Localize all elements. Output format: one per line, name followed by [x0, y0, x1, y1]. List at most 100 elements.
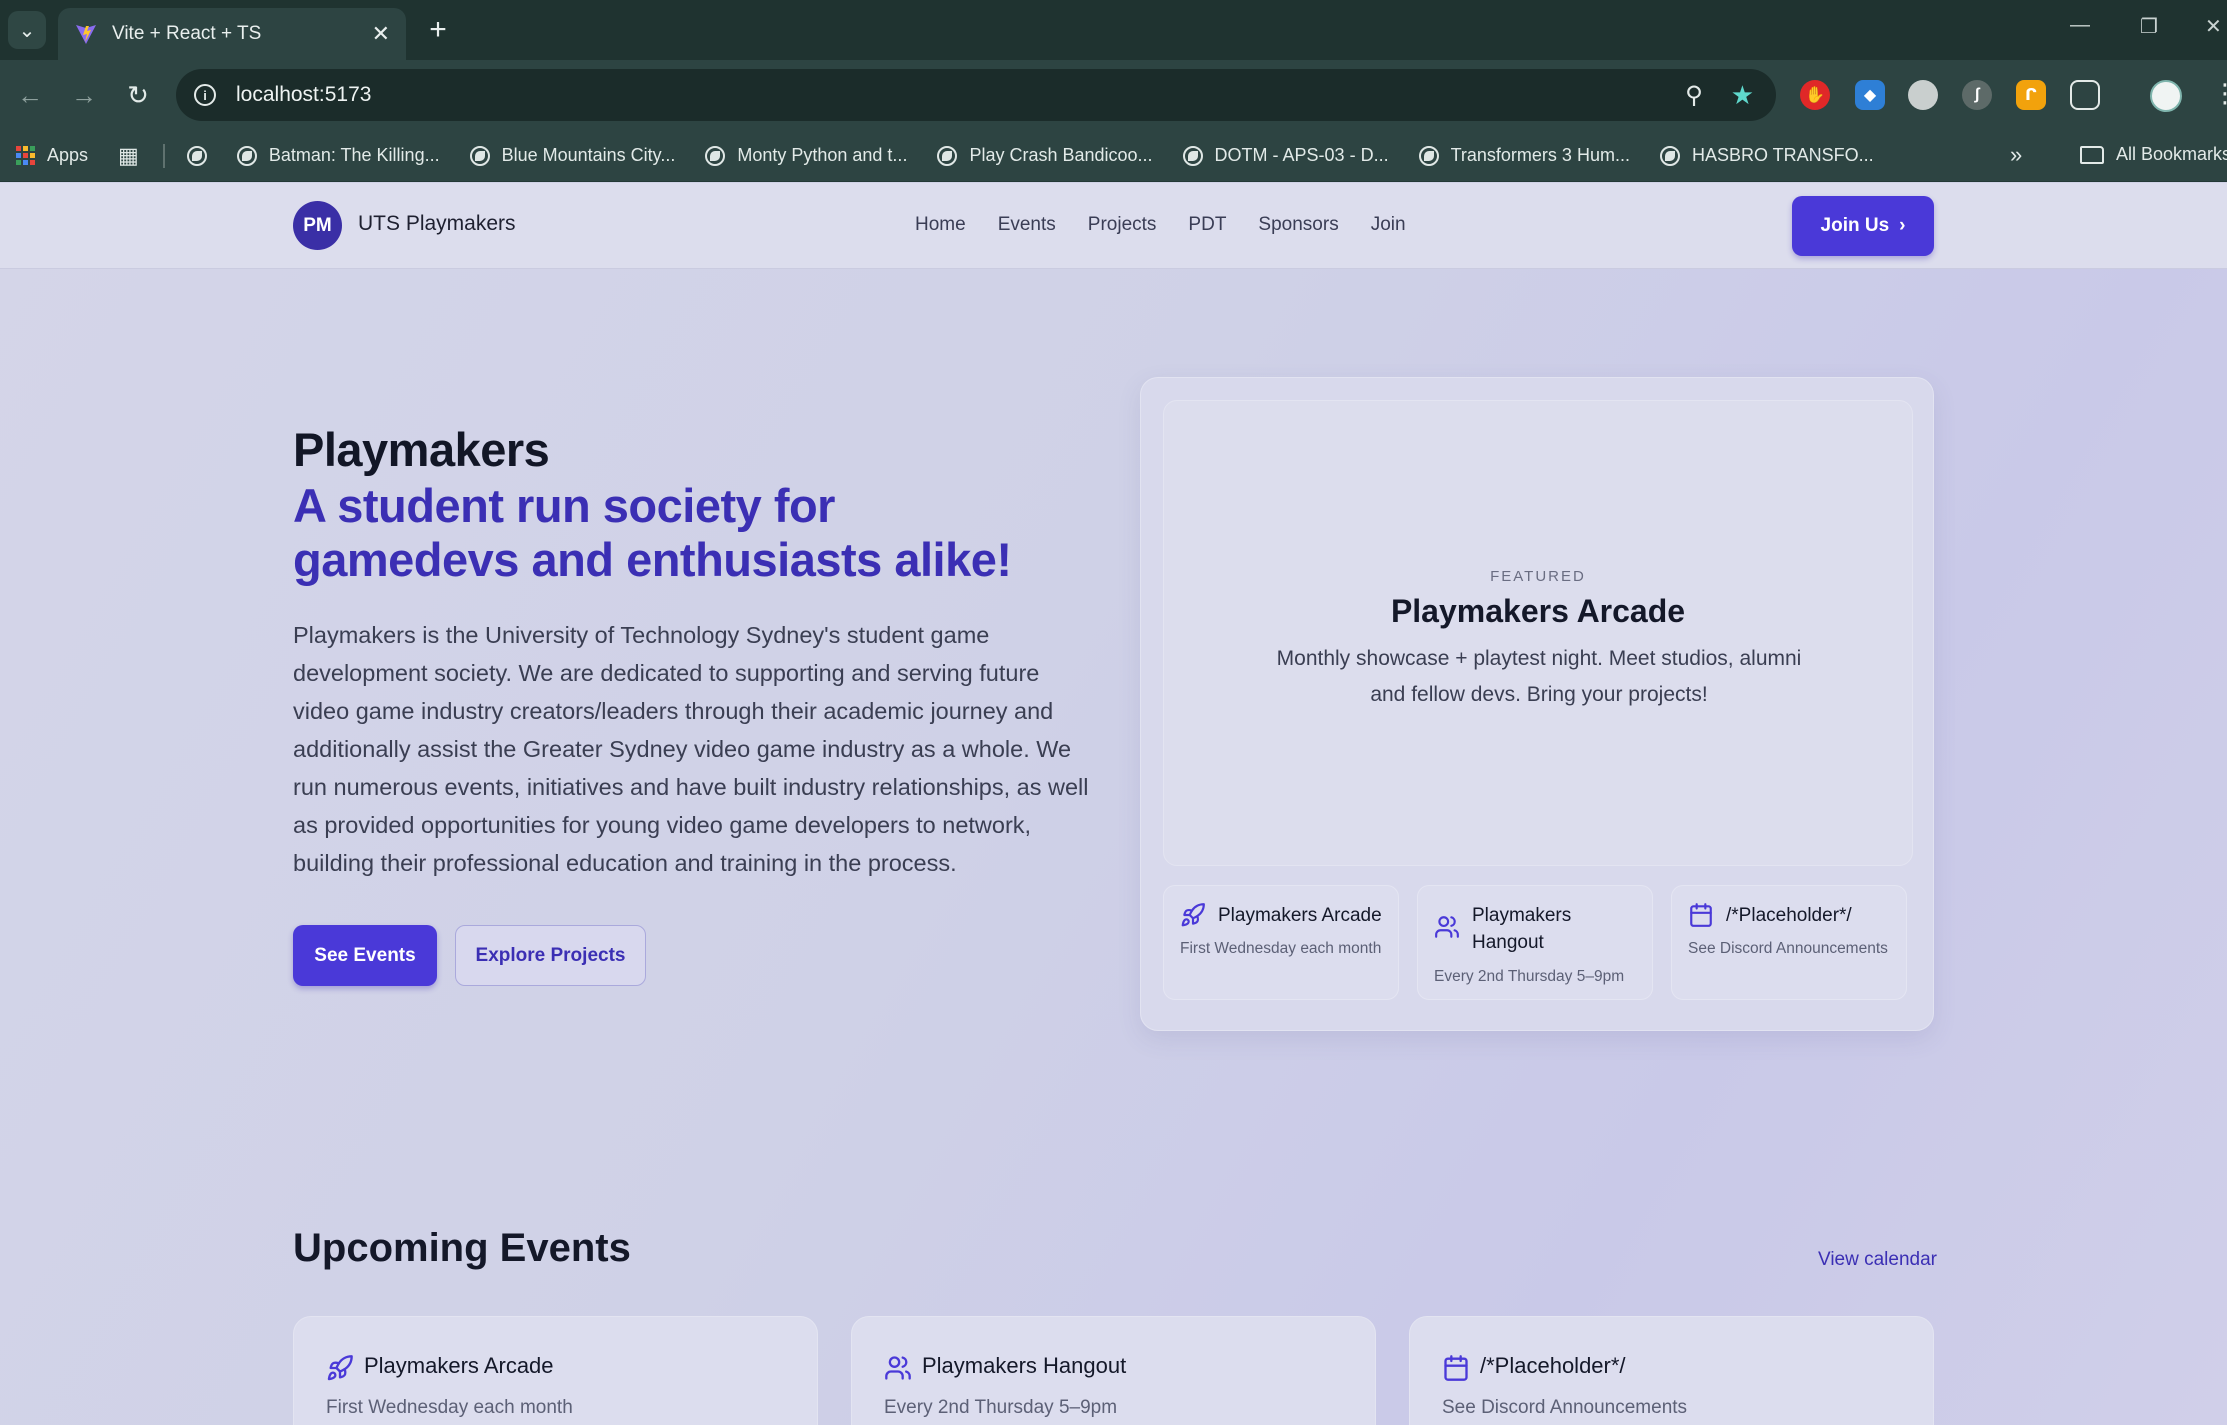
bookmark-label: DOTM - APS-03 - D...: [1214, 145, 1389, 165]
reload-icon[interactable]: ↻: [120, 77, 156, 113]
extension-orange-icon[interactable]: ᒋ: [2016, 80, 2046, 110]
address-bar[interactable]: i localhost:5173 ⚲ ★: [176, 69, 1776, 121]
bookmark-item[interactable]: Monty Python and t...: [705, 145, 907, 166]
see-events-button[interactable]: See Events: [293, 925, 437, 986]
bookmark-apps[interactable]: Apps: [16, 145, 88, 166]
browser-tab-strip: ⌄ Vite + React + TS ✕ + — ❐ ✕: [0, 0, 2227, 60]
bookmark-item[interactable]: Transformers 3 Hum...: [1418, 145, 1630, 166]
mini-card-subtitle: See Discord Announcements: [1688, 940, 1888, 957]
globe-icon: [1182, 145, 1203, 166]
minimize-icon[interactable]: —: [2070, 14, 2090, 37]
hero-subtitle: A student run society for gamedevs and e…: [293, 479, 1012, 586]
more-bookmarks-icon[interactable]: »: [2010, 142, 2022, 168]
new-tab-button[interactable]: +: [420, 12, 456, 48]
mini-card-title: Playmakers Arcade: [1218, 905, 1382, 926]
event-subtitle: Every 2nd Thursday 5–9pm: [884, 1397, 1118, 1418]
all-bookmarks-button[interactable]: All Bookmarks: [2080, 144, 2227, 165]
close-window-icon[interactable]: ✕: [2205, 14, 2222, 39]
apps-grid-icon: [16, 146, 35, 165]
nav-pdt[interactable]: PDT: [1188, 214, 1226, 236]
bookmark-label: Blue Mountains City...: [501, 145, 676, 165]
tab-groups-icon[interactable]: ▦: [118, 143, 139, 169]
bookmark-label: Apps: [47, 145, 89, 165]
featured-card: FEATURED Playmakers Arcade Monthly showc…: [1140, 377, 1934, 1031]
profile-avatar[interactable]: [2150, 80, 2182, 112]
bookmark-label: Play Crash Bandicoo...: [969, 145, 1153, 165]
users-icon: [1435, 916, 1459, 938]
calendar-icon: [1690, 903, 1712, 927]
bookmark-divider: [162, 143, 165, 168]
bookmark-item[interactable]: Batman: The Killing...: [236, 145, 440, 166]
event-title: Playmakers Hangout: [922, 1353, 1127, 1378]
zoom-icon[interactable]: ⚲: [1685, 81, 1703, 110]
browser-menu-icon[interactable]: ⋮: [2212, 78, 2227, 109]
event-card-arcade[interactable]: Playmakers Arcade First Wednesday each m…: [293, 1316, 818, 1425]
upcoming-events-title: Upcoming Events: [293, 1226, 631, 1270]
tab-close-icon[interactable]: ✕: [372, 21, 390, 47]
tab-search-button[interactable]: ⌄: [8, 11, 46, 49]
nav-join[interactable]: Join: [1371, 214, 1406, 236]
restore-icon[interactable]: ❐: [2140, 14, 2158, 39]
extensions-puzzle-icon[interactable]: [2070, 80, 2100, 110]
bookmark-globe-only[interactable]: [186, 145, 219, 166]
extension-blue-icon[interactable]: ◆: [1855, 80, 1885, 110]
calendar-icon: [1444, 1355, 1468, 1381]
featured-mini-card-arcade[interactable]: Playmakers Arcade First Wednesday each m…: [1163, 885, 1399, 1000]
featured-description: Monthly showcase + playtest night. Meet …: [1276, 647, 1802, 706]
back-icon[interactable]: ←: [12, 77, 48, 113]
view-calendar-link[interactable]: View calendar: [1818, 1249, 1937, 1271]
event-subtitle: First Wednesday each month: [326, 1397, 573, 1418]
main-nav: Home Events Projects PDT Sponsors Join: [915, 214, 1406, 236]
extension-s-icon[interactable]: ʃ: [1962, 80, 1992, 110]
globe-icon: [705, 145, 726, 166]
site-info-icon[interactable]: i: [194, 84, 216, 106]
hero-title: Playmakers: [293, 423, 550, 476]
bookmark-item[interactable]: DOTM - APS-03 - D...: [1182, 145, 1389, 166]
event-title: /*Placeholder*/: [1480, 1353, 1626, 1378]
globe-icon: [236, 145, 257, 166]
bookmark-item[interactable]: Blue Mountains City...: [469, 145, 676, 166]
event-card-hangout[interactable]: Playmakers Hangout Every 2nd Thursday 5–…: [851, 1316, 1376, 1425]
bookmark-label: Transformers 3 Hum...: [1450, 145, 1630, 165]
nav-projects[interactable]: Projects: [1088, 214, 1157, 236]
folder-icon: [2080, 145, 2104, 164]
forward-icon[interactable]: →: [66, 77, 102, 113]
adblock-extension-icon[interactable]: ✋: [1800, 80, 1830, 110]
nav-home[interactable]: Home: [915, 214, 966, 236]
mini-card-subtitle: First Wednesday each month: [1180, 940, 1382, 957]
explore-projects-button[interactable]: Explore Projects: [455, 925, 646, 986]
globe-icon: [937, 145, 958, 166]
event-card-placeholder[interactable]: /*Placeholder*/ See Discord Announcement…: [1409, 1316, 1934, 1425]
event-title: Playmakers Arcade: [364, 1353, 554, 1378]
rocket-icon: [1181, 903, 1205, 927]
bookmark-label: Batman: The Killing...: [268, 145, 440, 165]
join-us-label: Join Us: [1820, 215, 1890, 236]
active-tab[interactable]: Vite + React + TS ✕: [58, 8, 406, 60]
tab-title: Vite + React + TS: [112, 23, 262, 44]
globe-icon: [186, 145, 207, 166]
featured-mini-card-hangout[interactable]: Playmakers Hangout Every 2nd Thursday 5–…: [1417, 885, 1653, 1000]
globe-icon: [1659, 145, 1680, 166]
nav-sponsors[interactable]: Sponsors: [1258, 214, 1338, 236]
extension-cloud-icon[interactable]: [1908, 80, 1938, 110]
globe-icon: [1418, 145, 1439, 166]
site-logo[interactable]: PM: [293, 201, 342, 250]
vite-favicon-icon: [76, 25, 96, 44]
featured-label: FEATURED: [1490, 568, 1586, 585]
bookmark-item[interactable]: Play Crash Bandicoo...: [937, 145, 1153, 166]
mini-card-title: Playmakers Hangout: [1472, 905, 1572, 953]
url-text[interactable]: localhost:5173: [236, 83, 1685, 107]
nav-events[interactable]: Events: [998, 214, 1056, 236]
bookmark-item[interactable]: HASBRO TRANSFO...: [1659, 145, 1874, 166]
all-bookmarks-label: All Bookmarks: [2116, 144, 2227, 164]
site-header: PM UTS Playmakers Home Events Projects P…: [0, 183, 2227, 269]
featured-mini-card-placeholder[interactable]: /*Placeholder*/ See Discord Announcement…: [1671, 885, 1907, 1000]
join-us-button[interactable]: Join Us ›: [1792, 196, 1934, 256]
site-brand[interactable]: UTS Playmakers: [358, 212, 516, 236]
mini-card-subtitle: Every 2nd Thursday 5–9pm: [1434, 968, 1625, 985]
featured-panel: FEATURED Playmakers Arcade Monthly showc…: [1163, 400, 1913, 866]
chevron-right-icon: ›: [1899, 215, 1906, 236]
page-viewport: PM UTS Playmakers Home Events Projects P…: [0, 183, 2227, 1425]
featured-title: Playmakers Arcade: [1390, 593, 1686, 629]
bookmark-star-icon[interactable]: ★: [1731, 80, 1754, 111]
